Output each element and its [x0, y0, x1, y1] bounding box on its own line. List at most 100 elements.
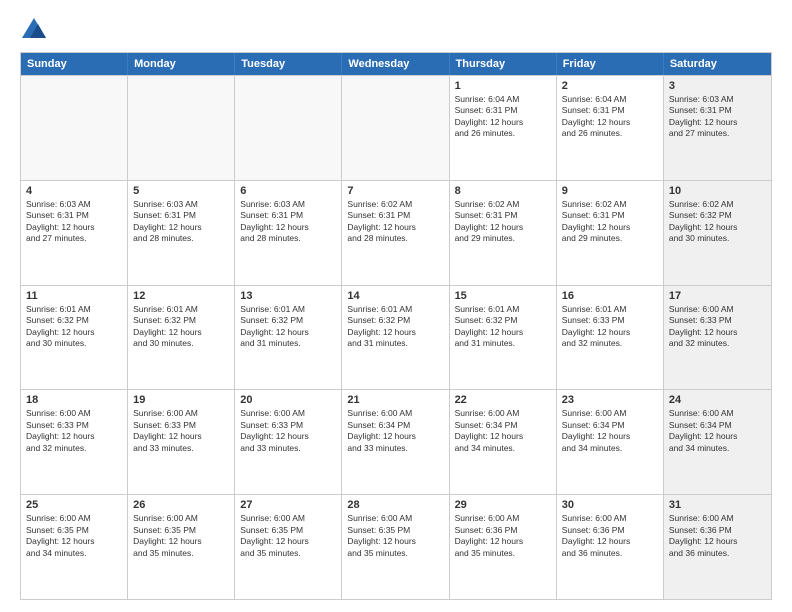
cell-info: Sunrise: 6:00 AM Sunset: 6:36 PM Dayligh… — [455, 513, 551, 559]
cal-cell: 3 Sunrise: 6:03 AM Sunset: 6:31 PM Daylig… — [664, 76, 771, 180]
cal-cell — [235, 76, 342, 180]
day-number: 25 — [26, 499, 122, 511]
cal-header-cell: Wednesday — [342, 53, 449, 75]
day-number: 3 — [669, 80, 766, 92]
cal-header-cell: Thursday — [450, 53, 557, 75]
day-number: 11 — [26, 290, 122, 302]
cal-cell: 10 Sunrise: 6:02 AM Sunset: 6:32 PM Dayli… — [664, 181, 771, 285]
cal-cell: 31 Sunrise: 6:00 AM Sunset: 6:36 PM Dayli… — [664, 495, 771, 599]
cell-info: Sunrise: 6:00 AM Sunset: 6:33 PM Dayligh… — [240, 408, 336, 454]
cell-info: Sunrise: 6:01 AM Sunset: 6:32 PM Dayligh… — [347, 304, 443, 350]
day-number: 28 — [347, 499, 443, 511]
cal-cell: 6Sunrise: 6:03 AM Sunset: 6:31 PM Daylig… — [235, 181, 342, 285]
day-number: 24 — [669, 394, 766, 406]
cal-header-cell: Saturday — [664, 53, 771, 75]
day-number: 27 — [240, 499, 336, 511]
cal-cell: 21 Sunrise: 6:00 AM Sunset: 6:34 PM Dayli… — [342, 390, 449, 494]
day-number: 30 — [562, 499, 658, 511]
day-number: 21 — [347, 394, 443, 406]
day-number: 7 — [347, 185, 443, 197]
cell-info: Sunrise: 6:03 AM Sunset: 6:31 PM Dayligh… — [240, 199, 336, 245]
cal-cell: 11 Sunrise: 6:01 AM Sunset: 6:32 PM Dayli… — [21, 286, 128, 390]
calendar-body: 1 Sunrise: 6:04 AM Sunset: 6:31 PM Daylig… — [21, 75, 771, 599]
calendar: SundayMondayTuesdayWednesdayThursdayFrid… — [20, 52, 772, 600]
day-number: 29 — [455, 499, 551, 511]
cal-cell: 2 Sunrise: 6:04 AM Sunset: 6:31 PM Daylig… — [557, 76, 664, 180]
cal-cell: 5Sunrise: 6:03 AM Sunset: 6:31 PM Daylig… — [128, 181, 235, 285]
day-number: 8 — [455, 185, 551, 197]
cell-info: Sunrise: 6:02 AM Sunset: 6:32 PM Dayligh… — [669, 199, 766, 245]
cell-info: Sunrise: 6:04 AM Sunset: 6:31 PM Dayligh… — [562, 94, 658, 140]
cal-cell: 13 Sunrise: 6:01 AM Sunset: 6:32 PM Dayli… — [235, 286, 342, 390]
cell-info: Sunrise: 6:00 AM Sunset: 6:35 PM Dayligh… — [240, 513, 336, 559]
cal-cell: 1 Sunrise: 6:04 AM Sunset: 6:31 PM Daylig… — [450, 76, 557, 180]
cal-cell: 14 Sunrise: 6:01 AM Sunset: 6:32 PM Dayli… — [342, 286, 449, 390]
day-number: 16 — [562, 290, 658, 302]
cal-cell: 19 Sunrise: 6:00 AM Sunset: 6:33 PM Dayli… — [128, 390, 235, 494]
cal-cell: 23 Sunrise: 6:00 AM Sunset: 6:34 PM Dayli… — [557, 390, 664, 494]
cal-cell: 25 Sunrise: 6:00 AM Sunset: 6:35 PM Dayli… — [21, 495, 128, 599]
day-number: 12 — [133, 290, 229, 302]
cell-info: Sunrise: 6:00 AM Sunset: 6:34 PM Dayligh… — [347, 408, 443, 454]
cal-row: 11 Sunrise: 6:01 AM Sunset: 6:32 PM Dayli… — [21, 285, 771, 390]
cell-info: Sunrise: 6:03 AM Sunset: 6:31 PM Dayligh… — [26, 199, 122, 245]
cell-info: Sunrise: 6:02 AM Sunset: 6:31 PM Dayligh… — [455, 199, 551, 245]
day-number: 19 — [133, 394, 229, 406]
day-number: 9 — [562, 185, 658, 197]
cell-info: Sunrise: 6:00 AM Sunset: 6:33 PM Dayligh… — [133, 408, 229, 454]
day-number: 1 — [455, 80, 551, 92]
day-number: 13 — [240, 290, 336, 302]
cal-header-cell: Monday — [128, 53, 235, 75]
day-number: 22 — [455, 394, 551, 406]
day-number: 18 — [26, 394, 122, 406]
cal-cell: 28 Sunrise: 6:00 AM Sunset: 6:35 PM Dayli… — [342, 495, 449, 599]
cell-info: Sunrise: 6:01 AM Sunset: 6:32 PM Dayligh… — [455, 304, 551, 350]
cell-info: Sunrise: 6:00 AM Sunset: 6:35 PM Dayligh… — [26, 513, 122, 559]
cell-info: Sunrise: 6:02 AM Sunset: 6:31 PM Dayligh… — [347, 199, 443, 245]
cal-cell: 30 Sunrise: 6:00 AM Sunset: 6:36 PM Dayli… — [557, 495, 664, 599]
cell-info: Sunrise: 6:00 AM Sunset: 6:33 PM Dayligh… — [26, 408, 122, 454]
cal-cell: 12 Sunrise: 6:01 AM Sunset: 6:32 PM Dayli… — [128, 286, 235, 390]
cal-cell: 18 Sunrise: 6:00 AM Sunset: 6:33 PM Dayli… — [21, 390, 128, 494]
cal-cell: 20 Sunrise: 6:00 AM Sunset: 6:33 PM Dayli… — [235, 390, 342, 494]
cal-cell: 15 Sunrise: 6:01 AM Sunset: 6:32 PM Dayli… — [450, 286, 557, 390]
cal-cell: 24 Sunrise: 6:00 AM Sunset: 6:34 PM Dayli… — [664, 390, 771, 494]
day-number: 23 — [562, 394, 658, 406]
cal-cell: 27 Sunrise: 6:00 AM Sunset: 6:35 PM Dayli… — [235, 495, 342, 599]
cell-info: Sunrise: 6:00 AM Sunset: 6:34 PM Dayligh… — [562, 408, 658, 454]
cell-info: Sunrise: 6:00 AM Sunset: 6:35 PM Dayligh… — [133, 513, 229, 559]
logo — [20, 16, 52, 44]
cal-cell: 7 Sunrise: 6:02 AM Sunset: 6:31 PM Daylig… — [342, 181, 449, 285]
cell-info: Sunrise: 6:03 AM Sunset: 6:31 PM Dayligh… — [669, 94, 766, 140]
cell-info: Sunrise: 6:00 AM Sunset: 6:36 PM Dayligh… — [669, 513, 766, 559]
cal-cell — [342, 76, 449, 180]
day-number: 17 — [669, 290, 766, 302]
cal-cell: 4Sunrise: 6:03 AM Sunset: 6:31 PM Daylig… — [21, 181, 128, 285]
cell-info: Sunrise: 6:00 AM Sunset: 6:34 PM Dayligh… — [669, 408, 766, 454]
cell-info: Sunrise: 6:03 AM Sunset: 6:31 PM Dayligh… — [133, 199, 229, 245]
day-number: 26 — [133, 499, 229, 511]
logo-icon — [20, 16, 48, 44]
day-number: 20 — [240, 394, 336, 406]
cell-info: Sunrise: 6:01 AM Sunset: 6:32 PM Dayligh… — [240, 304, 336, 350]
cell-info: Sunrise: 6:00 AM Sunset: 6:34 PM Dayligh… — [455, 408, 551, 454]
cell-info: Sunrise: 6:00 AM Sunset: 6:35 PM Dayligh… — [347, 513, 443, 559]
cal-cell — [128, 76, 235, 180]
header — [20, 16, 772, 44]
cell-info: Sunrise: 6:04 AM Sunset: 6:31 PM Dayligh… — [455, 94, 551, 140]
cell-info: Sunrise: 6:00 AM Sunset: 6:36 PM Dayligh… — [562, 513, 658, 559]
day-number: 2 — [562, 80, 658, 92]
cell-info: Sunrise: 6:01 AM Sunset: 6:32 PM Dayligh… — [133, 304, 229, 350]
day-number: 15 — [455, 290, 551, 302]
day-number: 14 — [347, 290, 443, 302]
day-number: 31 — [669, 499, 766, 511]
cal-cell: 9Sunrise: 6:02 AM Sunset: 6:31 PM Daylig… — [557, 181, 664, 285]
cell-info: Sunrise: 6:00 AM Sunset: 6:33 PM Dayligh… — [669, 304, 766, 350]
cal-cell: 22 Sunrise: 6:00 AM Sunset: 6:34 PM Dayli… — [450, 390, 557, 494]
page: SundayMondayTuesdayWednesdayThursdayFrid… — [0, 0, 792, 612]
cell-info: Sunrise: 6:01 AM Sunset: 6:32 PM Dayligh… — [26, 304, 122, 350]
cal-cell: 26 Sunrise: 6:00 AM Sunset: 6:35 PM Dayli… — [128, 495, 235, 599]
day-number: 10 — [669, 185, 766, 197]
cal-cell — [21, 76, 128, 180]
cell-info: Sunrise: 6:01 AM Sunset: 6:33 PM Dayligh… — [562, 304, 658, 350]
